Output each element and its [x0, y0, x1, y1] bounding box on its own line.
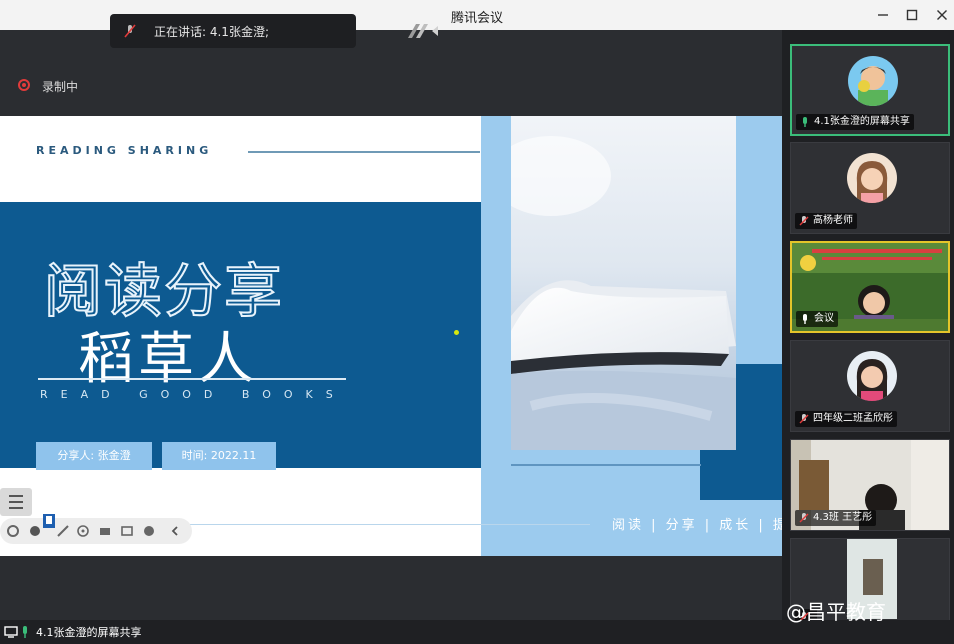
mic-muted-icon — [799, 513, 809, 523]
recording-label: 录制中 — [42, 80, 79, 94]
minimize-icon — [878, 14, 888, 16]
avatar — [847, 351, 897, 401]
slide-title-main: 稻草人 — [78, 327, 258, 392]
slide-footer-text: 阅读 | 分享 | 成长 | 提升 — [612, 518, 782, 533]
pointer-cursor — [454, 330, 459, 335]
open-book-image — [511, 116, 736, 450]
slide-divider — [248, 151, 480, 153]
mic-muted-icon — [124, 24, 136, 38]
slide-time-chip: 时间: 2022.11 — [162, 442, 276, 470]
eraser-icon[interactable] — [98, 524, 112, 538]
participant-name: 高杨老师 — [795, 213, 857, 229]
slide-read-good-books: READ GOOD BOOKS — [40, 388, 346, 401]
meeting-window: 腾讯会议 录制中 READING SHARING 阅读分享 稻草人 READ G… — [0, 0, 954, 644]
text-tool-icon[interactable] — [120, 524, 134, 538]
maximize-icon — [906, 9, 918, 21]
annotation-toolbar — [0, 514, 192, 544]
settings-icon[interactable] — [6, 524, 20, 538]
list-icon — [9, 495, 23, 509]
participant-tile[interactable]: 高杨老师 — [790, 142, 950, 234]
share-owner-label: 4.1张金澄的屏幕共享 — [36, 626, 142, 639]
avatar — [848, 56, 898, 106]
slide-title-underline — [38, 378, 346, 380]
watermark: @昌平教育 — [786, 600, 886, 624]
minimize-button[interactable] — [872, 4, 894, 26]
participant-name: 四年级二班孟欣彤 — [795, 411, 897, 427]
participant-tile[interactable]: 四年级二班孟欣彤 — [790, 340, 950, 432]
speaker-wave-icon — [408, 24, 438, 38]
slide-bottom-line — [190, 524, 590, 525]
mic-muted-icon — [799, 216, 809, 226]
mic-on-icon — [803, 314, 807, 324]
participant-name: 4.1张金澄的屏幕共享 — [796, 114, 914, 130]
annotation-menu-button[interactable] — [0, 488, 32, 516]
mic-on-icon — [803, 117, 807, 127]
speaking-text: 正在讲话: 4.1张金澄; — [154, 25, 269, 39]
shared-screen-stage: 录制中 READING SHARING 阅读分享 稻草人 READ GOOD B… — [0, 30, 782, 644]
shape-icon[interactable] — [76, 524, 90, 538]
participant-name: 会议 — [796, 311, 838, 327]
participant-name: 4.3班 王艺彤 — [795, 510, 877, 526]
record-icon — [18, 79, 30, 91]
mic-muted-icon — [799, 414, 809, 424]
participant-tile[interactable]: 4.3班 王艺彤 — [790, 439, 950, 531]
collapse-chevron-icon[interactable] — [168, 524, 182, 538]
presentation-slide: READING SHARING 阅读分享 稻草人 READ GOOD BOOKS… — [0, 116, 782, 556]
avatar — [847, 153, 897, 203]
speaking-banner: 正在讲话: 4.1张金澄; — [110, 14, 438, 48]
slide-photo-underline — [511, 464, 701, 466]
participant-tile[interactable]: 会议 — [790, 241, 950, 333]
slide-sharer-chip: 分享人: 张金澄 — [36, 442, 152, 470]
close-button[interactable] — [931, 4, 953, 26]
pen-icon[interactable] — [56, 524, 70, 538]
participant-sidebar: 4.1张金澄的屏幕共享 高杨老师 会议 四年级二班孟欣彤 4.3班 王艺彤 — [782, 30, 954, 644]
maximize-button[interactable] — [901, 4, 923, 26]
slide-reading-sharing: READING SHARING — [36, 144, 213, 157]
close-icon — [937, 10, 947, 20]
slide-book-photo — [511, 116, 736, 450]
participant-tile[interactable]: 4.1张金澄的屏幕共享 — [790, 44, 950, 136]
stamp-icon[interactable] — [142, 524, 156, 538]
